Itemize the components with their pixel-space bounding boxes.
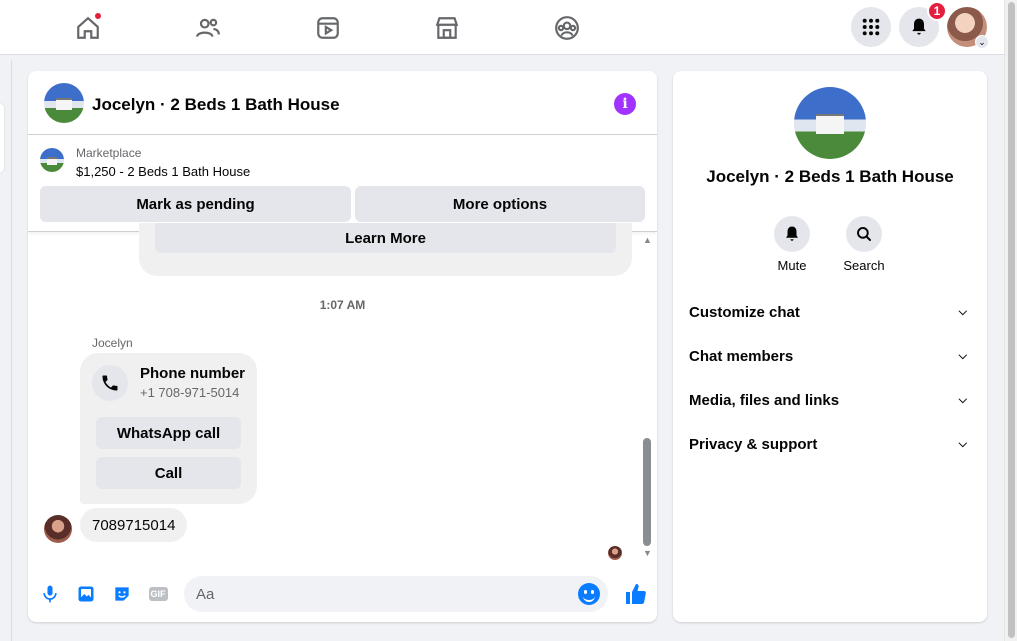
learn-more-button[interactable]: Learn More (155, 223, 616, 253)
friends-icon[interactable] (188, 8, 228, 48)
phone-card-title: Phone number (140, 365, 246, 382)
menu-grid-button[interactable] (851, 7, 891, 47)
seen-indicator-avatar (608, 546, 622, 560)
search-action[interactable]: Search (834, 216, 894, 273)
mute-label: Mute (777, 258, 807, 273)
mark-as-pending-button[interactable]: Mark as pending (40, 186, 351, 222)
microphone-icon[interactable] (38, 582, 62, 606)
sender-name: Jocelyn (92, 336, 133, 350)
sender-avatar[interactable] (44, 515, 72, 543)
scroll-down-arrow-icon[interactable]: ▼ (643, 548, 652, 558)
bell-icon[interactable] (774, 216, 810, 252)
search-label: Search (843, 258, 885, 273)
home-icon[interactable] (68, 8, 108, 48)
home-notification-dot (94, 12, 102, 20)
notification-count-badge: 1 (927, 1, 947, 21)
conversation-name: Jocelyn · 2 Beds 1 Bath House (706, 167, 954, 186)
sticker-icon[interactable] (110, 582, 134, 606)
message-input[interactable] (184, 576, 564, 612)
phone-icon (92, 365, 128, 401)
bell-icon (912, 18, 926, 35)
listing-small-thumbnail[interactable] (40, 148, 64, 172)
page-scrollbar[interactable] (1004, 0, 1017, 641)
message-bubble[interactable]: 7089715014 (80, 508, 188, 542)
call-button[interactable]: Call (96, 457, 241, 489)
phone-number-card: Phone number +1 708-971-5014 WhatsApp ca… (80, 353, 257, 504)
chevron-down-icon: ⌵ (958, 349, 967, 362)
left-divider (11, 60, 12, 641)
listing-summary[interactable]: $1,250 - 2 Beds 1 Bath House (76, 164, 250, 179)
emoji-icon[interactable] (578, 583, 600, 605)
photo-icon[interactable] (74, 582, 98, 606)
conversation-avatar[interactable] (794, 87, 866, 159)
info-icon[interactable]: i (614, 93, 636, 115)
search-icon[interactable] (846, 216, 882, 252)
left-edge-panel (0, 104, 4, 172)
groups-icon[interactable] (547, 8, 587, 48)
top-navigation-bar: 1 ⌄ (0, 0, 1004, 55)
page-scrollbar-thumb[interactable] (1008, 2, 1015, 638)
chevron-down-icon: ⌵ (958, 437, 967, 450)
media-files-links-section[interactable]: Media, files and links ⌵ (689, 378, 971, 422)
gif-icon[interactable]: GIF (146, 582, 170, 606)
chat-header: Jocelyn · 2 Beds 1 Bath House i (28, 71, 657, 135)
chat-panel: Jocelyn · 2 Beds 1 Bath House i Marketpl… (28, 71, 657, 622)
message-scrollbar[interactable]: ▲ ▼ (640, 233, 654, 560)
chevron-down-icon: ⌵ (958, 305, 967, 318)
mute-action[interactable]: Mute (762, 216, 822, 273)
section-label: Customize chat (689, 303, 800, 321)
chevron-down-icon: ⌄ (975, 35, 989, 49)
section-label: Media, files and links (689, 391, 840, 409)
phone-card-number: +1 708-971-5014 (140, 385, 240, 400)
message-timestamp: 1:07 AM (319, 298, 366, 312)
whatsapp-call-button[interactable]: WhatsApp call (96, 417, 241, 449)
chevron-down-icon: ⌵ (958, 393, 967, 406)
chat-members-section[interactable]: Chat members ⌵ (689, 334, 971, 378)
message-composer: GIF (28, 568, 657, 622)
account-avatar[interactable]: ⌄ (947, 7, 989, 49)
section-label: Chat members (689, 347, 794, 365)
message-input-wrapper (184, 576, 608, 612)
marketplace-label: Marketplace (76, 146, 142, 160)
like-thumbs-up-icon[interactable] (622, 582, 650, 606)
message-list: Learn More 1:07 AM Jocelyn Phone number … (28, 223, 657, 568)
listing-card: Learn More (139, 223, 632, 276)
marketplace-banner: Marketplace $1,250 - 2 Beds 1 Bath House… (28, 136, 657, 232)
listing-thumbnail[interactable] (44, 83, 84, 123)
gif-label: GIF (148, 587, 168, 601)
chat-title[interactable]: Jocelyn · 2 Beds 1 Bath House (92, 95, 340, 115)
section-label: Privacy & support (689, 435, 818, 453)
notifications-button[interactable]: 1 (899, 1, 947, 47)
menu-grid-icon (862, 18, 880, 36)
message-scrollbar-thumb[interactable] (643, 438, 651, 546)
marketplace-icon[interactable] (427, 8, 467, 48)
customize-chat-section[interactable]: Customize chat ⌵ (689, 290, 971, 334)
scroll-up-arrow-icon[interactable]: ▲ (643, 235, 652, 245)
watch-icon[interactable] (308, 8, 348, 48)
conversation-info-panel: Jocelyn · 2 Beds 1 Bath House Mute Searc… (673, 71, 987, 622)
more-options-button[interactable]: More options (355, 186, 645, 222)
privacy-support-section[interactable]: Privacy & support ⌵ (689, 422, 971, 466)
